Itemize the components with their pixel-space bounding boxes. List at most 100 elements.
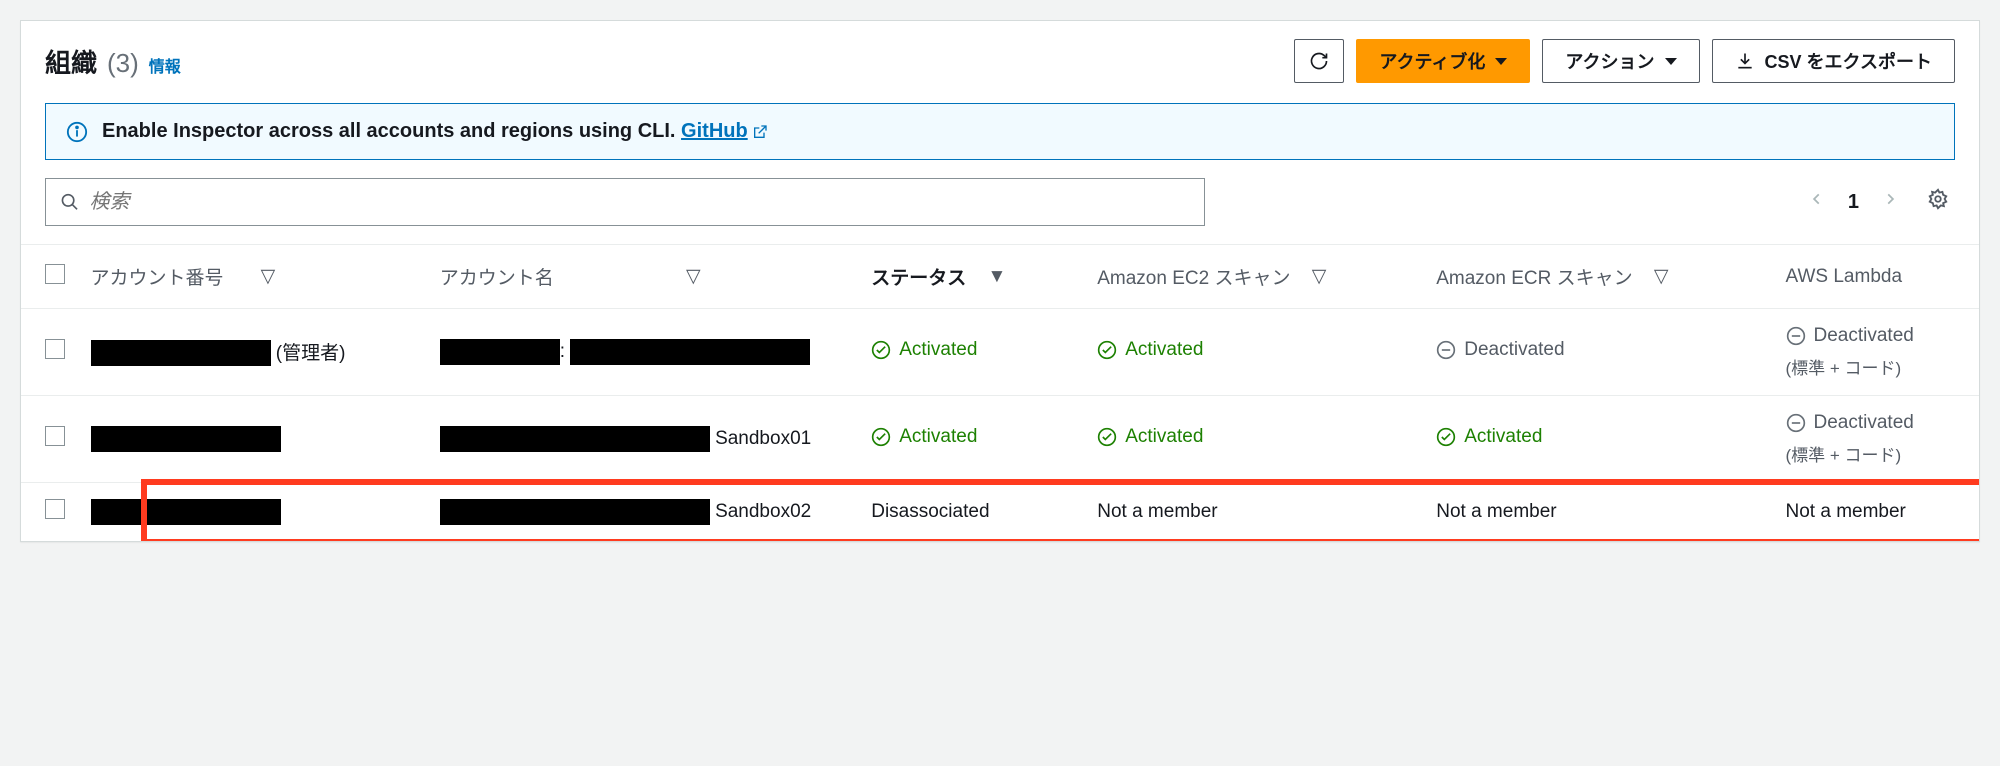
status-plain: Not a member bbox=[1097, 501, 1217, 522]
actions-label: アクション bbox=[1565, 48, 1654, 74]
info-alert: Enable Inspector across all accounts and… bbox=[45, 103, 1955, 160]
table-row: Sandbox01 Activated Activated Activated Deac… bbox=[21, 396, 1979, 483]
cell-acctname: Sandbox02 bbox=[428, 483, 859, 542]
table-row: Sandbox02 Disassociated Not a member Not a … bbox=[21, 483, 1979, 542]
alert-message: Enable Inspector across all accounts and… bbox=[102, 120, 675, 142]
filter-icon[interactable]: ▽ bbox=[261, 265, 276, 288]
table-header-row: アカウント番号 ▽ アカウント名 ▽ ステータス ▼ Amazon EC2 スキ… bbox=[21, 245, 1979, 309]
status-deactivated: Deactivated bbox=[1436, 339, 1564, 361]
actions-button[interactable]: アクション bbox=[1542, 39, 1699, 83]
chevron-right-icon bbox=[1883, 188, 1897, 210]
search-icon bbox=[60, 192, 79, 212]
activate-label: アクティブ化 bbox=[1379, 48, 1485, 74]
org-panel: 組織 (3) 情報 アクティブ化 アクション CSV をエクスポート bbox=[20, 20, 1980, 542]
prev-page-button[interactable] bbox=[1804, 184, 1830, 220]
cell-ec2: Activated bbox=[1085, 396, 1424, 483]
next-page-button[interactable] bbox=[1877, 184, 1903, 220]
external-link-icon bbox=[752, 124, 768, 140]
info-link[interactable]: 情報 bbox=[149, 53, 181, 77]
minus-circle-icon bbox=[1786, 413, 1806, 433]
check-circle-icon bbox=[1097, 427, 1117, 447]
table-container: アカウント番号 ▽ アカウント名 ▽ ステータス ▼ Amazon EC2 スキ… bbox=[21, 244, 1979, 541]
cell-ec2: Not a member bbox=[1085, 483, 1424, 542]
status-activated: Activated bbox=[1436, 426, 1542, 448]
status-activated: Activated bbox=[871, 339, 977, 361]
github-link-label: GitHub bbox=[681, 120, 748, 143]
col-account-number[interactable]: アカウント番号 ▽ bbox=[79, 245, 428, 309]
check-circle-icon bbox=[871, 340, 891, 360]
status-activated: Activated bbox=[871, 426, 977, 448]
chevron-left-icon bbox=[1810, 188, 1824, 210]
toolbar: 1 bbox=[21, 178, 1979, 244]
col-acctname-label: アカウント名 bbox=[440, 263, 554, 290]
cell-acctnum bbox=[79, 396, 428, 483]
col-lambda-label: AWS Lambda bbox=[1786, 266, 1903, 288]
check-circle-icon bbox=[871, 427, 891, 447]
lambda-sub: (標準 + コード) bbox=[1786, 441, 1968, 466]
row-checkbox[interactable] bbox=[45, 499, 65, 519]
minus-circle-icon bbox=[1786, 326, 1806, 346]
table-row: (管理者): ActivatedActivatedDeactivatedDeac… bbox=[21, 309, 1979, 396]
refresh-button[interactable] bbox=[1294, 39, 1344, 83]
col-ecr[interactable]: Amazon ECR スキャン ▽ bbox=[1424, 245, 1773, 309]
cell-ec2: Activated bbox=[1085, 309, 1424, 396]
check-circle-icon bbox=[1097, 340, 1117, 360]
minus-circle-icon bbox=[1436, 340, 1456, 360]
status-activated: Activated bbox=[1097, 426, 1203, 448]
cell-status: Activated bbox=[859, 309, 1085, 396]
check-circle-icon bbox=[1436, 427, 1456, 447]
alert-text: Enable Inspector across all accounts and… bbox=[102, 120, 768, 143]
cell-ecr: Deactivated bbox=[1424, 309, 1773, 396]
panel-header: 組織 (3) 情報 アクティブ化 アクション CSV をエクスポート bbox=[21, 21, 1979, 95]
cell-lambda: Deactivated (標準 + コード) bbox=[1774, 309, 1980, 396]
caret-down-icon bbox=[1665, 58, 1677, 65]
status-deactivated: Deactivated bbox=[1786, 412, 1914, 434]
cell-ecr: Activated bbox=[1424, 396, 1773, 483]
col-ecr-label: Amazon ECR スキャン bbox=[1436, 263, 1632, 290]
status-plain: Not a member bbox=[1786, 501, 1906, 522]
cell-status: Activated bbox=[859, 396, 1085, 483]
status-deactivated: Deactivated bbox=[1786, 325, 1914, 347]
search-input[interactable] bbox=[89, 191, 1190, 214]
current-page: 1 bbox=[1848, 191, 1859, 214]
status-activated: Activated bbox=[1097, 339, 1203, 361]
select-all-checkbox[interactable] bbox=[45, 264, 65, 284]
col-status-label: ステータス bbox=[871, 268, 966, 289]
accounts-table: アカウント番号 ▽ アカウント名 ▽ ステータス ▼ Amazon EC2 スキ… bbox=[21, 244, 1979, 541]
pagination: 1 bbox=[1804, 184, 1955, 220]
page-title: 組織 bbox=[45, 43, 97, 80]
refresh-icon bbox=[1309, 51, 1329, 71]
gear-icon bbox=[1927, 188, 1949, 210]
export-label: CSV をエクスポート bbox=[1765, 48, 1932, 74]
cell-acctname: Sandbox01 bbox=[428, 396, 859, 483]
col-account-name[interactable]: アカウント名 ▽ bbox=[428, 245, 859, 309]
col-ec2[interactable]: Amazon EC2 スキャン ▽ bbox=[1085, 245, 1424, 309]
cell-lambda: Not a member bbox=[1774, 483, 1980, 542]
lambda-sub: (標準 + コード) bbox=[1786, 354, 1968, 379]
status-plain: Not a member bbox=[1436, 501, 1556, 522]
search-box[interactable] bbox=[45, 178, 1205, 226]
status-plain: Disassociated bbox=[871, 501, 989, 522]
settings-button[interactable] bbox=[1921, 184, 1955, 220]
col-acctnum-label: アカウント番号 bbox=[91, 263, 224, 290]
filter-icon[interactable]: ▽ bbox=[686, 265, 701, 288]
cell-acctnum: (管理者) bbox=[79, 309, 428, 396]
filter-icon[interactable]: ▽ bbox=[1312, 265, 1327, 288]
col-ec2-label: Amazon EC2 スキャン bbox=[1097, 263, 1290, 290]
sort-icon[interactable]: ▼ bbox=[988, 266, 1007, 288]
col-status[interactable]: ステータス ▼ bbox=[859, 245, 1085, 309]
cell-acctnum bbox=[79, 483, 428, 542]
github-link[interactable]: GitHub bbox=[681, 120, 768, 143]
export-csv-button[interactable]: CSV をエクスポート bbox=[1712, 39, 1955, 83]
filter-icon[interactable]: ▽ bbox=[1654, 265, 1669, 288]
caret-down-icon bbox=[1495, 58, 1507, 65]
cell-acctname: : bbox=[428, 309, 859, 396]
row-checkbox[interactable] bbox=[45, 426, 65, 446]
select-all-header bbox=[21, 245, 79, 309]
cell-lambda: Deactivated (標準 + コード) bbox=[1774, 396, 1980, 483]
row-checkbox[interactable] bbox=[45, 339, 65, 359]
activate-button[interactable]: アクティブ化 bbox=[1356, 39, 1530, 83]
cell-status: Disassociated bbox=[859, 483, 1085, 542]
col-lambda[interactable]: AWS Lambda bbox=[1774, 245, 1980, 309]
download-icon bbox=[1735, 51, 1755, 71]
